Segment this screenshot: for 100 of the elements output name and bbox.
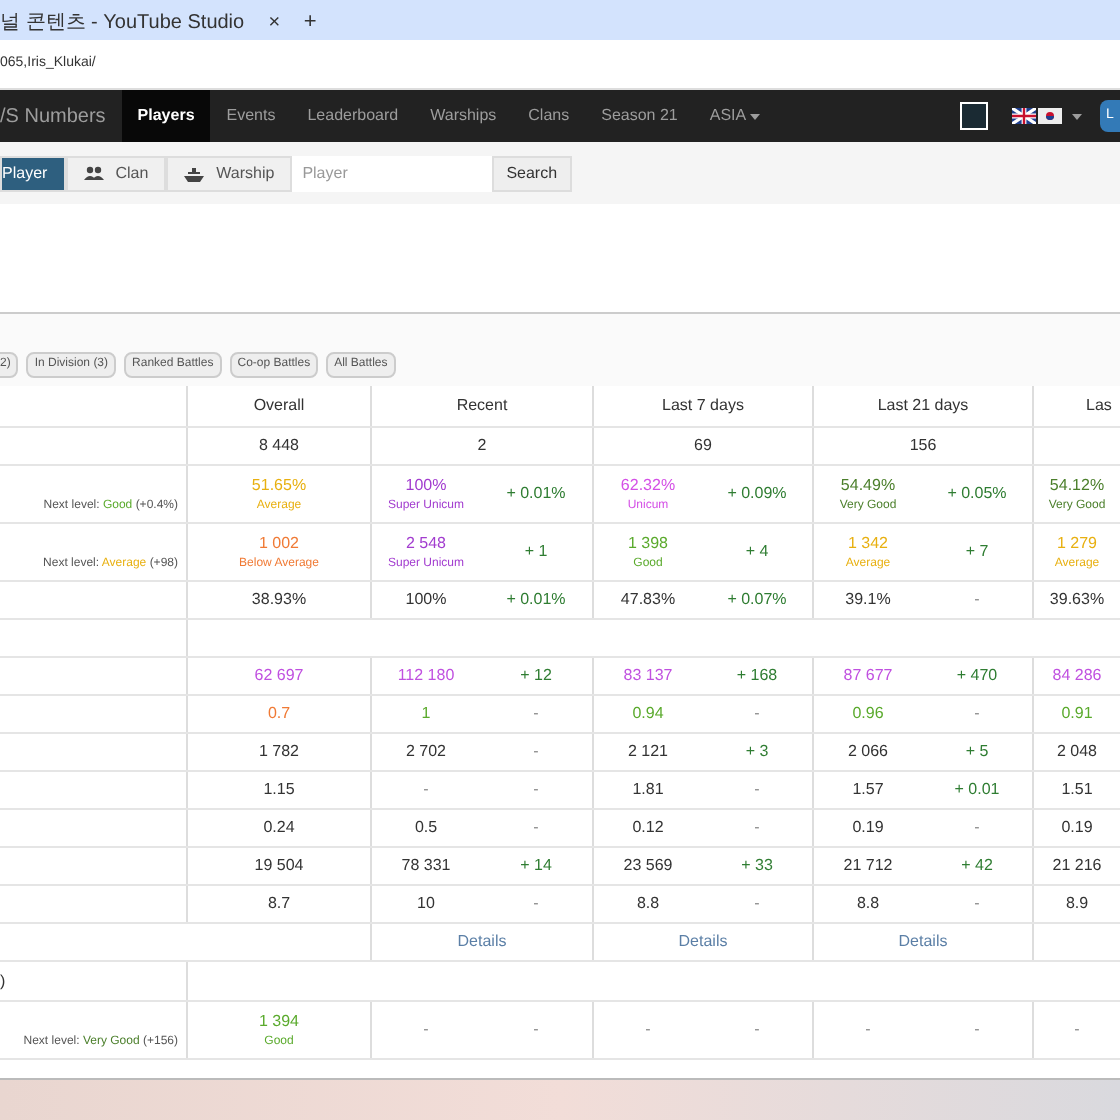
stat-value: 1 398 xyxy=(627,531,669,555)
player-search-field[interactable]: Player xyxy=(292,155,493,191)
stat-value: 47.83% xyxy=(620,588,676,612)
stat-value: + 1 xyxy=(524,540,548,564)
nav-link[interactable]: Players xyxy=(121,90,211,142)
stat-value: - xyxy=(533,1018,539,1042)
stat-value: 0.24 xyxy=(263,816,295,840)
nav-link[interactable]: Leaderboard xyxy=(291,90,415,142)
site-brand[interactable]: /S Numbers xyxy=(0,101,122,131)
stat-value: - xyxy=(865,1018,871,1042)
details-link[interactable]: Details xyxy=(678,930,728,954)
nav-link[interactable]: Warships xyxy=(414,90,513,142)
details-link[interactable]: Details xyxy=(457,930,507,954)
stat-value: + 4 xyxy=(745,540,769,564)
kr-flag-icon[interactable] xyxy=(1038,108,1062,124)
stat-value: 8 448 xyxy=(258,434,300,458)
stat-value: - xyxy=(974,892,980,916)
stat-value: + 7 xyxy=(965,540,989,564)
stat-value: 19 504 xyxy=(254,854,304,878)
stat-value: 38.93% xyxy=(251,588,307,612)
stat-value: + 0.01% xyxy=(506,482,566,506)
stat-value: + 0.05% xyxy=(947,482,1007,506)
stat-value: 62 697 xyxy=(254,664,304,688)
theme-toggle[interactable] xyxy=(960,102,988,130)
stat-value: 1 394 xyxy=(258,1009,300,1033)
stat-value: 1 782 xyxy=(258,740,300,764)
stat-value: + 168 xyxy=(736,664,778,688)
stat-value: 2 702 xyxy=(405,740,447,764)
stat-value: - xyxy=(533,816,539,840)
tab-title: 널 콘텐츠 - YouTube Studio xyxy=(0,9,245,37)
search-type-tab[interactable]: Clan xyxy=(65,155,167,191)
stat-value: 1 279 xyxy=(1056,531,1098,555)
stat-value: 2 548 xyxy=(405,531,447,555)
nav-link[interactable]: Events xyxy=(210,90,292,142)
stat-value: 2 066 xyxy=(847,740,889,764)
column-header: Overall xyxy=(253,394,305,418)
stat-value: 2 048 xyxy=(1056,740,1098,764)
stat-value: 21 216 xyxy=(1052,854,1102,878)
nav-link[interactable]: Clans xyxy=(512,90,586,142)
nav-link[interactable]: ASIA xyxy=(693,90,777,142)
stat-value: + 0.01% xyxy=(506,588,566,612)
nav-link[interactable]: Season 21 xyxy=(585,90,694,142)
stat-value: 1.81 xyxy=(632,778,664,802)
stat-value: 156 xyxy=(909,434,937,458)
stat-value: - xyxy=(754,778,760,802)
caret-icon xyxy=(750,113,761,119)
search-type-tab[interactable]: Warship xyxy=(166,155,293,191)
stat-value: 54.49% xyxy=(840,473,896,497)
stat-value: 78 331 xyxy=(401,854,451,878)
ship-icon xyxy=(184,165,205,181)
stat-value: 100% xyxy=(405,473,447,497)
stat-value: - xyxy=(1074,1018,1080,1042)
stat-value: 51.65% xyxy=(251,473,307,497)
stat-value: 100% xyxy=(405,588,447,612)
stat-value: 84 286 xyxy=(1052,664,1102,688)
stat-value: 0.19 xyxy=(1061,816,1093,840)
stat-value: 62.32% xyxy=(620,473,676,497)
stat-value: 8.9 xyxy=(1065,892,1089,916)
caret-icon[interactable] xyxy=(1072,113,1082,119)
stat-value: - xyxy=(754,1018,760,1042)
stat-value: + 14 xyxy=(520,854,552,878)
column-header: Las xyxy=(1086,394,1112,418)
stat-value: 1.15 xyxy=(263,778,295,802)
stat-value: 112 180 xyxy=(397,664,455,688)
stat-value: 54.12% xyxy=(1049,473,1105,497)
stat-value: 83 137 xyxy=(623,664,673,688)
stat-value: - xyxy=(533,740,539,764)
uk-flag-icon[interactable] xyxy=(1012,108,1036,124)
stat-value: 1.57 xyxy=(852,778,884,802)
stat-value: 0.5 xyxy=(414,816,438,840)
stat-value: 0.7 xyxy=(267,702,291,726)
stat-value: - xyxy=(645,1018,651,1042)
stat-value: - xyxy=(974,702,980,726)
column-header: Last 21 days xyxy=(877,394,969,418)
stat-value: + 0.01 xyxy=(954,778,1000,802)
stat-value: 2 xyxy=(477,434,487,458)
stat-value: - xyxy=(754,702,760,726)
new-tab-button[interactable]: + xyxy=(296,4,325,40)
search-button[interactable]: Search xyxy=(492,155,572,191)
stat-value: 1 xyxy=(421,702,431,726)
stat-value: - xyxy=(423,778,429,802)
close-tab-button[interactable]: × xyxy=(260,4,289,40)
people-icon xyxy=(83,165,104,181)
stat-value: - xyxy=(754,816,760,840)
column-header: Last 7 days xyxy=(662,394,744,418)
stat-value: 8.8 xyxy=(636,892,660,916)
stat-value: + 42 xyxy=(961,854,993,878)
stat-value: 8.7 xyxy=(267,892,291,916)
stat-value: 0.12 xyxy=(632,816,664,840)
stat-value: + 0.07% xyxy=(727,588,787,612)
stat-value: + 33 xyxy=(741,854,773,878)
stat-value: + 12 xyxy=(520,664,552,688)
stat-value: 0.19 xyxy=(852,816,884,840)
stat-value: 21 712 xyxy=(843,854,893,878)
details-link[interactable]: Details xyxy=(898,930,948,954)
stat-value: - xyxy=(974,816,980,840)
stat-value: - xyxy=(974,1018,980,1042)
stat-value: 39.1% xyxy=(845,588,891,612)
search-type-tab[interactable]: Player xyxy=(0,155,66,191)
stat-value: 1.51 xyxy=(1061,778,1093,802)
